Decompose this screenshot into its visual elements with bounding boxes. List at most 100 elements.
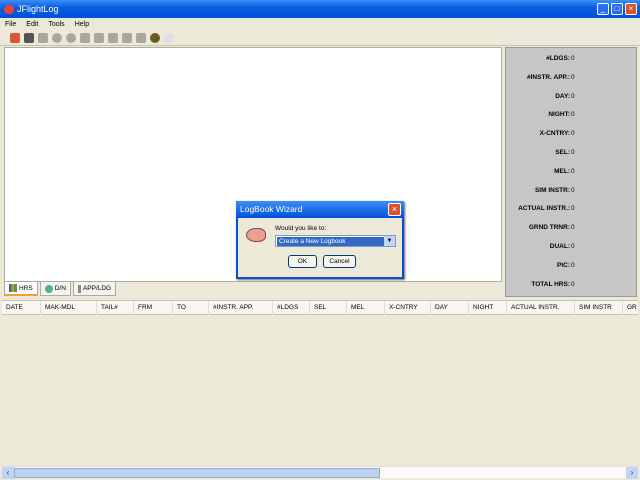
- stat-value: 0: [571, 261, 575, 269]
- printer-icon[interactable]: [94, 33, 104, 43]
- menu-edit[interactable]: Edit: [26, 21, 38, 28]
- scroll-right-icon[interactable]: ›: [626, 467, 638, 479]
- column-header[interactable]: MAK-MDL: [41, 301, 97, 315]
- stats-panel: #LDGS: 0 #INSTR. APP.: 0 DAY: 0 NIGHT: 0 X-CNTRY…: [505, 47, 637, 297]
- stat-value: 0: [571, 205, 575, 213]
- globe-icon: [44, 284, 53, 293]
- stat-label: DUAL:: [549, 243, 570, 250]
- tab-app-ldg[interactable]: APP/LDG: [72, 282, 117, 296]
- column-header[interactable]: DATE: [2, 301, 41, 315]
- stat-row: #LDGS: 0: [506, 55, 638, 65]
- stat-value: 0: [571, 73, 575, 81]
- arrow-down-icon: [77, 284, 81, 293]
- column-header[interactable]: SEL: [310, 301, 347, 315]
- stat-value: 0: [571, 55, 575, 62]
- stat-value: 0: [571, 92, 575, 100]
- column-header[interactable]: #LDGS: [273, 301, 310, 315]
- app-icon: [4, 4, 14, 14]
- stat-row: TOTAL HRS: 0: [506, 281, 638, 291]
- logbook-icon: [246, 228, 266, 242]
- stat-value: 0: [571, 224, 575, 232]
- column-header[interactable]: MEL: [347, 301, 385, 315]
- menu-file[interactable]: File: [5, 21, 16, 28]
- stat-row: SIM INSTR: 0: [506, 187, 638, 197]
- dialog-prompt: Would you like to:: [275, 225, 327, 232]
- wrench-icon[interactable]: [80, 33, 90, 43]
- close-button[interactable]: ×: [625, 3, 637, 15]
- stat-value: 0: [571, 149, 575, 156]
- stat-value: 0: [571, 167, 575, 175]
- tab-label: APP/LDG: [82, 285, 112, 292]
- column-header[interactable]: SIM INSTR: [575, 301, 623, 315]
- circle-icon[interactable]: [52, 33, 62, 43]
- dialog-title-bar: LogBook Wizard ×: [236, 201, 404, 218]
- stat-label: SIM INSTR:: [534, 186, 570, 194]
- column-header[interactable]: TAIL#: [97, 301, 134, 315]
- stat-value: 0: [571, 111, 575, 119]
- save-icon[interactable]: [24, 33, 34, 43]
- column-header[interactable]: X-CNTRY: [385, 301, 431, 315]
- stat-row: PIC: 0: [506, 262, 638, 272]
- page-icon[interactable]: [108, 33, 118, 43]
- grid-icon[interactable]: [38, 33, 48, 43]
- menu-tools[interactable]: Tools: [48, 21, 64, 28]
- stat-row: DUAL: 0: [506, 243, 638, 253]
- open-logbook-icon[interactable]: [10, 33, 20, 43]
- stat-label: #LDGS:: [546, 55, 570, 62]
- stat-value: 0: [571, 186, 575, 194]
- stat-label: GRND TRNR:: [528, 224, 570, 232]
- ok-button[interactable]: OK: [288, 255, 317, 268]
- tab-hrs[interactable]: HRS: [4, 282, 38, 296]
- tab-label: D/N: [54, 285, 66, 292]
- stat-label: #INSTR. APP.:: [527, 73, 570, 81]
- bulb-icon[interactable]: [164, 33, 174, 43]
- dialog-close-button[interactable]: ×: [388, 203, 401, 216]
- stat-row: MEL: 0: [506, 168, 638, 178]
- table-header: DATE MAK-MDL TAIL# FRM TO #INSTR. APP. #LDGS SE…: [2, 300, 638, 315]
- maximize-button[interactable]: □: [611, 3, 623, 15]
- stat-label: ACTUAL INSTR.:: [518, 205, 570, 213]
- stat-label: X-CNTRY:: [539, 130, 570, 138]
- stat-value: 0: [571, 243, 575, 250]
- stat-label: SEL:: [555, 149, 570, 156]
- stat-label: TOTAL HRS:: [531, 280, 570, 288]
- window-title: JFlightLog: [17, 4, 59, 14]
- minimize-button[interactable]: _: [597, 3, 609, 15]
- menu-bar: File Edit Tools Help: [0, 18, 640, 30]
- stat-value: 0: [571, 280, 575, 288]
- menu-help[interactable]: Help: [75, 21, 89, 28]
- chevron-down-icon[interactable]: ▼: [384, 236, 395, 246]
- pen-icon[interactable]: [122, 33, 132, 43]
- stat-row: NIGHT: 0: [506, 111, 638, 121]
- stat-row: SEL: 0: [506, 149, 638, 159]
- tab-bar: HRS D/N APP/LDG: [4, 282, 117, 297]
- logbook-wizard-dialog: LogBook Wizard × Would you like to: Crea…: [236, 201, 404, 279]
- action-select[interactable]: Create a New Logbook ▼: [275, 235, 396, 247]
- stat-row: X-CNTRY: 0: [506, 130, 638, 140]
- tab-dn[interactable]: D/N: [39, 282, 71, 296]
- stat-row: #INSTR. APP.: 0: [506, 74, 638, 84]
- scroll-thumb[interactable]: [14, 468, 380, 478]
- column-header[interactable]: TO: [173, 301, 209, 315]
- circle-icon[interactable]: [66, 33, 76, 43]
- horizontal-scrollbar[interactable]: ‹ ›: [2, 466, 638, 479]
- column-header[interactable]: DAY: [431, 301, 469, 315]
- stat-label: MEL:: [554, 167, 570, 175]
- bar-chart-icon: [9, 284, 17, 292]
- folder-icon[interactable]: [136, 33, 146, 43]
- title-bar: JFlightLog _ □ ×: [0, 0, 640, 18]
- column-header[interactable]: FRM: [134, 301, 173, 315]
- stat-label: PIC:: [557, 261, 570, 269]
- stat-row: GRND TRNR: 0: [506, 224, 638, 234]
- column-header[interactable]: GR: [623, 301, 640, 315]
- stat-label: NIGHT:: [548, 111, 570, 119]
- cancel-button[interactable]: Cancel: [323, 255, 356, 268]
- globe-icon[interactable]: [150, 33, 160, 43]
- stat-row: ACTUAL INSTR.: 0: [506, 205, 638, 215]
- dialog-title: LogBook Wizard: [240, 204, 303, 214]
- column-header[interactable]: #INSTR. APP.: [209, 301, 273, 315]
- toolbar: [0, 31, 640, 46]
- scroll-left-icon[interactable]: ‹: [2, 467, 14, 479]
- column-header[interactable]: ACTUAL INSTR.: [507, 301, 575, 315]
- column-header[interactable]: NIGHT: [469, 301, 507, 315]
